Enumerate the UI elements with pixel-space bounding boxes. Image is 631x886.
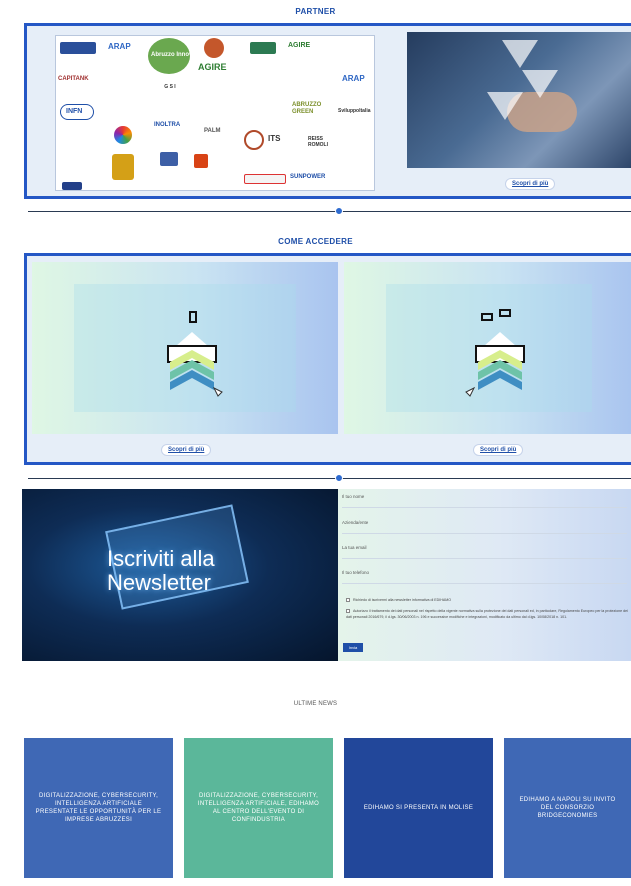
divider-dot-icon <box>335 474 343 482</box>
email-field[interactable]: La tua email <box>342 543 627 559</box>
newsletter-image-title: Iscriviti alla Newsletter <box>107 546 215 595</box>
company-field[interactable]: Azienda/ente <box>342 518 627 534</box>
access-scopri-button-2[interactable]: Scopri di più <box>473 444 524 456</box>
partner-logo-palm: PALM <box>204 128 221 134</box>
partner-logo-arap-2: ARAP <box>342 74 365 83</box>
partner-logo-arap: ARAP <box>108 42 131 51</box>
partner-logo-capitank: CAPITANK <box>58 76 89 82</box>
news-card-title: DIGITALIZZAZIONE, CYBERSECURITY, INTELLI… <box>35 793 162 823</box>
access-panel: Scopri di più Scopri di più <box>24 253 631 465</box>
access-scopri-button-1[interactable]: Scopri di più <box>161 444 212 456</box>
partner-logo-flower <box>114 126 132 144</box>
partner-logo-circle <box>244 130 264 150</box>
partner-logo-1 <box>60 42 96 54</box>
newsletter-consent[interactable]: Richiedo di iscrivermi alla newsletter i… <box>346 597 626 603</box>
partner-logo-5 <box>244 174 286 184</box>
news-heading: ULTIME NEWS <box>293 701 338 707</box>
newsletter-form: Il tuo nome Azienda/ente La tua email Il… <box>338 489 631 661</box>
factory-illustration-icon <box>465 309 525 397</box>
access-title: COME ACCEDERE <box>278 237 353 246</box>
divider <box>28 478 631 479</box>
partner-logo-abruzzo-innova: Abruzzo Innova <box>151 52 196 58</box>
name-field[interactable]: Il tuo nome <box>342 492 627 508</box>
partner-logo-6 <box>62 182 82 190</box>
news-card-title: EDIHAMO A NAPOLI SU INVITO DEL CONSORZIO… <box>519 797 616 819</box>
privacy-consent[interactable]: Autorizzo il trattamento dei dati person… <box>346 608 628 620</box>
partner-logo-gsi: G S I <box>164 84 176 90</box>
divider-dot-icon <box>335 207 343 215</box>
partner-logo-its: ITS <box>268 134 281 143</box>
partner-logo-3 <box>160 152 178 166</box>
submit-button[interactable]: Invia <box>343 643 363 652</box>
partner-logo-infn: INFN <box>66 108 83 115</box>
partner-title: PARTNER <box>295 7 336 16</box>
partner-logo-globe <box>204 38 224 58</box>
partner-panel: ARAP Abruzzo Innova AGIRE AGIRE CAPITANK… <box>24 23 631 199</box>
access-card-1[interactable] <box>32 262 338 434</box>
checkbox[interactable] <box>346 609 350 614</box>
partner-logo-sviluppo: Sviluppoltalia <box>338 108 371 114</box>
partner-logos: ARAP Abruzzo Innova AGIRE AGIRE CAPITANK… <box>55 35 375 191</box>
partner-handshake-image <box>407 32 631 168</box>
news-card-title: EDIHAMO SI PRESENTA IN MOLISE <box>363 805 474 811</box>
newsletter-consent-label: Richiedo di iscrivermi alla newsletter i… <box>353 598 452 602</box>
divider <box>28 211 631 212</box>
triangle-shape <box>487 92 523 120</box>
page: PARTNER ARAP Abruzzo Innova AGIRE AGIRE … <box>0 0 631 886</box>
partner-logo-agire-2: AGIRE <box>288 42 311 49</box>
partner-logo-inoltra: INOLTRA <box>154 122 181 128</box>
checkbox[interactable] <box>346 598 350 603</box>
partner-logo-2 <box>250 42 276 54</box>
partner-logo-4 <box>194 154 208 168</box>
news-card-title: DIGITALIZZAZIONE, CYBERSECURITY, INTELLI… <box>197 793 320 823</box>
news-card-3[interactable]: EDIHAMO SI PRESENTA IN MOLISE <box>344 738 493 878</box>
triangle-shape <box>502 40 538 68</box>
partner-logo-sunpower: SUNPOWER <box>290 174 326 180</box>
news-card-2[interactable]: DIGITALIZZAZIONE, CYBERSECURITY, INTELLI… <box>184 738 333 878</box>
partner-logo-reiss: REISS ROMOLI <box>308 136 328 148</box>
triangle-shape <box>522 70 558 98</box>
news-card-1[interactable]: DIGITALIZZAZIONE, CYBERSECURITY, INTELLI… <box>24 738 173 878</box>
partner-scopri-button[interactable]: Scopri di più <box>505 178 556 190</box>
house-illustration-icon <box>167 311 223 397</box>
newsletter-image: Iscriviti alla Newsletter <box>22 489 338 661</box>
privacy-consent-label: Autorizzo il trattamento dei dati person… <box>346 609 628 619</box>
partner-logo-abruzzo-green: ABRUZZO GREEN <box>292 102 322 115</box>
access-card-2[interactable] <box>344 262 631 434</box>
partner-logo-agire: AGIRE <box>198 62 227 72</box>
phone-field[interactable]: Il tuo telefono <box>342 568 627 584</box>
partner-logo-crest <box>112 154 134 180</box>
news-card-4[interactable]: EDIHAMO A NAPOLI SU INVITO DEL CONSORZIO… <box>504 738 631 878</box>
